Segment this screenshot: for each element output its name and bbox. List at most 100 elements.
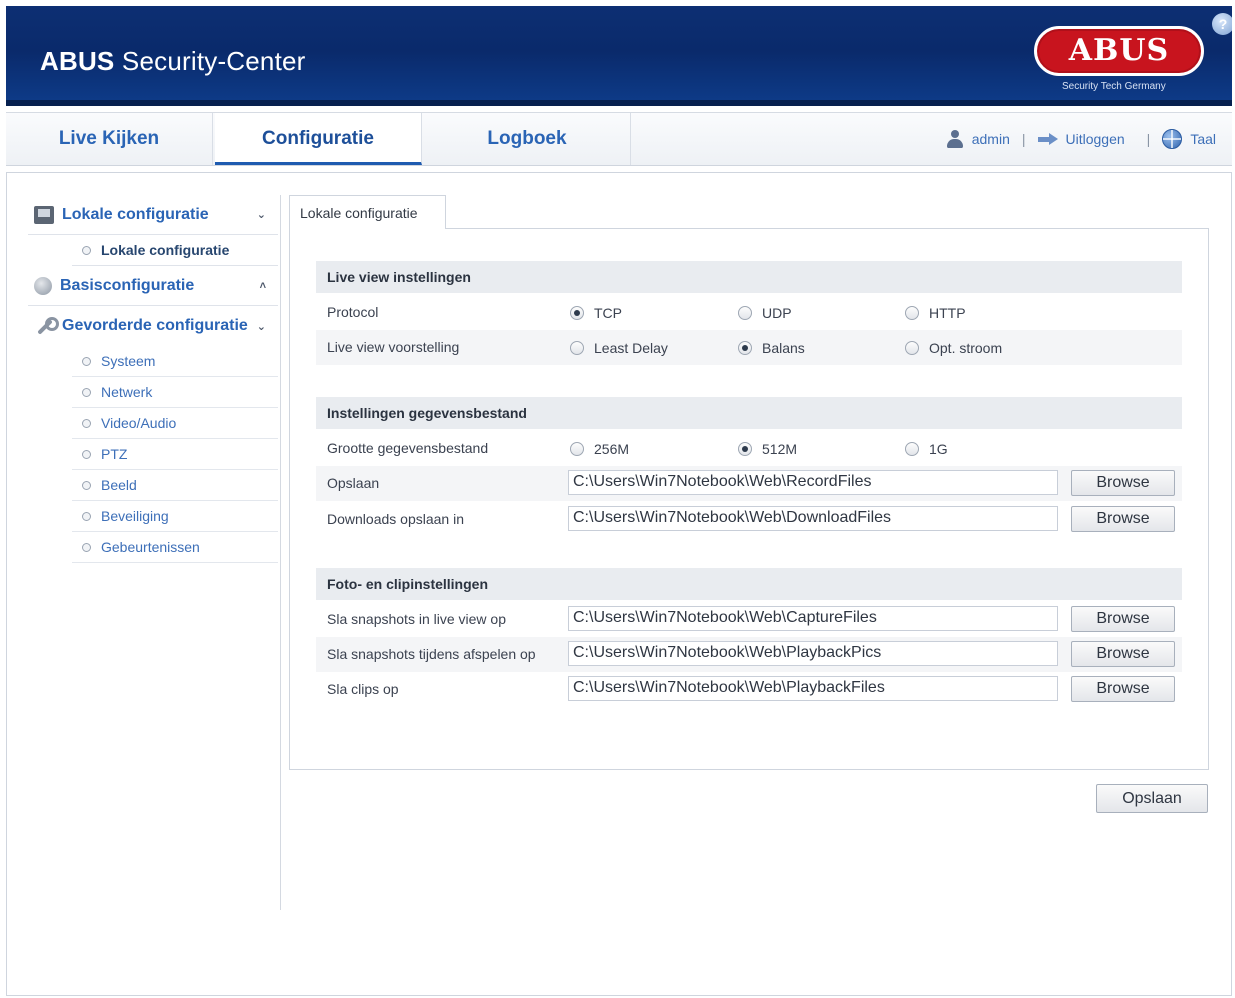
- radio-button[interactable]: [905, 341, 919, 355]
- section-title-picture-clip: Foto- en clipinstellingen: [316, 568, 1182, 600]
- section-title-record-file: Instellingen gegevensbestand: [316, 397, 1182, 429]
- radio-label: 256M: [594, 441, 630, 457]
- radio-label: Least Delay: [594, 340, 668, 356]
- sidebar-item-label: Netwerk: [101, 384, 153, 400]
- computer-icon: [34, 205, 54, 224]
- browse-button[interactable]: Browse: [1071, 470, 1175, 496]
- row-label: Sla clips op: [327, 681, 399, 697]
- sidebar-item-label: Beeld: [101, 477, 137, 493]
- bullet-icon: [82, 418, 91, 428]
- bullet-icon: [82, 511, 91, 521]
- sidebar-item-systeem[interactable]: Systeem: [72, 346, 278, 377]
- abus-logo: ABUS: [1034, 26, 1204, 76]
- sidebar-item-label: Lokale configuratie: [101, 242, 230, 258]
- tab-configuratie[interactable]: Configuratie: [215, 113, 422, 165]
- tab-logboek[interactable]: Logboek: [424, 113, 631, 165]
- row-snapshot-live: Sla snapshots in live view op C:\Users\W…: [316, 602, 1182, 637]
- logo-subtitle: Security Tech Germany: [1062, 81, 1166, 92]
- row-label: Downloads opslaan in: [327, 511, 464, 527]
- row-label: Sla snapshots tijdens afspelen op: [327, 646, 536, 662]
- radio-label: 512M: [762, 441, 798, 457]
- radio-256m[interactable]: 256M: [570, 441, 629, 457]
- tab-live-kijken[interactable]: Live Kijken: [6, 113, 213, 165]
- bullet-icon: [82, 356, 91, 366]
- snapshot-live-path-input[interactable]: C:\Users\Win7Notebook\Web\CaptureFiles: [568, 606, 1058, 631]
- row-save-path: Opslaan C:\Users\Win7Notebook\Web\Record…: [316, 466, 1182, 501]
- radio-button-selected[interactable]: [570, 306, 584, 320]
- row-label: Opslaan: [327, 475, 380, 491]
- browse-button[interactable]: Browse: [1071, 676, 1175, 702]
- radio-button-selected[interactable]: [738, 341, 752, 355]
- radio-button[interactable]: [905, 306, 919, 320]
- save-button[interactable]: Opslaan: [1096, 784, 1208, 813]
- radio-button[interactable]: [570, 341, 584, 355]
- radio-balans[interactable]: Balans: [738, 340, 805, 356]
- sidebar-group-gevorderde-configuratie[interactable]: Gevorderde configuratie ⌄: [28, 306, 278, 346]
- bullet-icon: [82, 449, 91, 459]
- logo-text: ABUS: [1068, 33, 1170, 68]
- sidebar-item-label: PTZ: [101, 446, 128, 462]
- app-title: ABUS Security-Center: [40, 46, 306, 77]
- radio-1g[interactable]: 1G: [905, 441, 948, 457]
- radio-tcp[interactable]: TCP: [570, 305, 622, 321]
- radio-button-selected[interactable]: [738, 442, 752, 456]
- nav-separator: |: [1146, 131, 1151, 147]
- user-name[interactable]: admin: [972, 131, 1010, 147]
- radio-label: Opt. stroom: [929, 340, 1003, 356]
- sidebar-item-lokale-configuratie[interactable]: Lokale configuratie: [72, 235, 278, 266]
- help-button[interactable]: ?: [1212, 13, 1232, 35]
- section-title-live-view: Live view instellingen: [316, 261, 1182, 293]
- sidebar-item-label: Systeem: [101, 353, 156, 369]
- logout-link[interactable]: Uitloggen: [1066, 131, 1125, 147]
- radio-least-delay[interactable]: Least Delay: [570, 340, 668, 356]
- app-window: ABUS Security-Center ABUS Security Tech …: [0, 0, 1235, 998]
- clips-path-input[interactable]: C:\Users\Win7Notebook\Web\PlaybackFiles: [568, 676, 1058, 701]
- row-snapshot-playback: Sla snapshots tijdens afspelen op C:\Use…: [316, 637, 1182, 672]
- wrench-icon: [34, 317, 59, 335]
- radio-label: TCP: [594, 305, 622, 321]
- bullet-icon: [82, 542, 91, 552]
- main-nav: Live Kijken Configuratie Logboek admin |…: [6, 112, 1232, 166]
- sidebar-item-label: Video/Audio: [101, 415, 177, 431]
- chevron-up-icon: ˄: [259, 279, 266, 292]
- browse-button[interactable]: Browse: [1071, 606, 1175, 632]
- sidebar-item-label: Gebeurtenissen: [101, 539, 200, 555]
- radio-opt-stroom[interactable]: Opt. stroom: [905, 340, 1002, 356]
- sidebar-group-lokale-configuratie[interactable]: Lokale configuratie ⌄: [28, 195, 278, 235]
- browse-button[interactable]: Browse: [1071, 506, 1175, 532]
- row-label: Protocol: [327, 304, 379, 320]
- sidebar-item-ptz[interactable]: PTZ: [72, 439, 278, 470]
- row-label: Live view voorstelling: [327, 339, 460, 355]
- radio-512m[interactable]: 512M: [738, 441, 797, 457]
- save-path-input[interactable]: C:\Users\Win7Notebook\Web\RecordFiles: [568, 470, 1058, 495]
- content-tab-lokale-configuratie[interactable]: Lokale configuratie: [289, 195, 446, 229]
- sidebar-group-label: Gevorderde configuratie: [62, 317, 248, 334]
- radio-button[interactable]: [905, 442, 919, 456]
- sidebar-item-beveiliging[interactable]: Beveiliging: [72, 501, 278, 532]
- sidebar-item-netwerk[interactable]: Netwerk: [72, 377, 278, 408]
- download-path-input[interactable]: C:\Users\Win7Notebook\Web\DownloadFiles: [568, 506, 1058, 531]
- sidebar-group-basisconfiguratie[interactable]: Basisconfiguratie ˄: [28, 266, 278, 306]
- language-link[interactable]: Taal: [1190, 131, 1216, 147]
- radio-button[interactable]: [570, 442, 584, 456]
- chevron-down-icon: ⌄: [256, 320, 266, 333]
- app-title-brand: ABUS: [40, 46, 115, 76]
- row-label: Grootte gegevensbestand: [327, 440, 489, 456]
- row-live-view-performance: Live view voorstelling Least Delay Balan…: [316, 330, 1182, 365]
- radio-button[interactable]: [738, 306, 752, 320]
- snapshot-playback-path-input[interactable]: C:\Users\Win7Notebook\Web\PlaybackPics: [568, 641, 1058, 666]
- radio-udp[interactable]: UDP: [738, 305, 792, 321]
- row-label: Sla snapshots in live view op: [327, 611, 506, 627]
- sidebar-item-label: Beveiliging: [101, 508, 169, 524]
- browse-button[interactable]: Browse: [1071, 641, 1175, 667]
- sidebar-item-beeld[interactable]: Beeld: [72, 470, 278, 501]
- radio-http[interactable]: HTTP: [905, 305, 966, 321]
- sidebar-group-label: Basisconfiguratie: [60, 276, 195, 294]
- sidebar-item-video-audio[interactable]: Video/Audio: [72, 408, 278, 439]
- sidebar-group-label: Lokale configuratie: [62, 205, 209, 223]
- user-menu: admin | Uitloggen | Taal: [946, 113, 1216, 165]
- bullet-icon: [82, 387, 91, 397]
- sidebar-item-gebeurtenissen[interactable]: Gebeurtenissen: [72, 532, 278, 563]
- app-title-rest: Security-Center: [121, 46, 306, 76]
- row-file-size: Grootte gegevensbestand 256M 512M 1G: [316, 431, 1182, 466]
